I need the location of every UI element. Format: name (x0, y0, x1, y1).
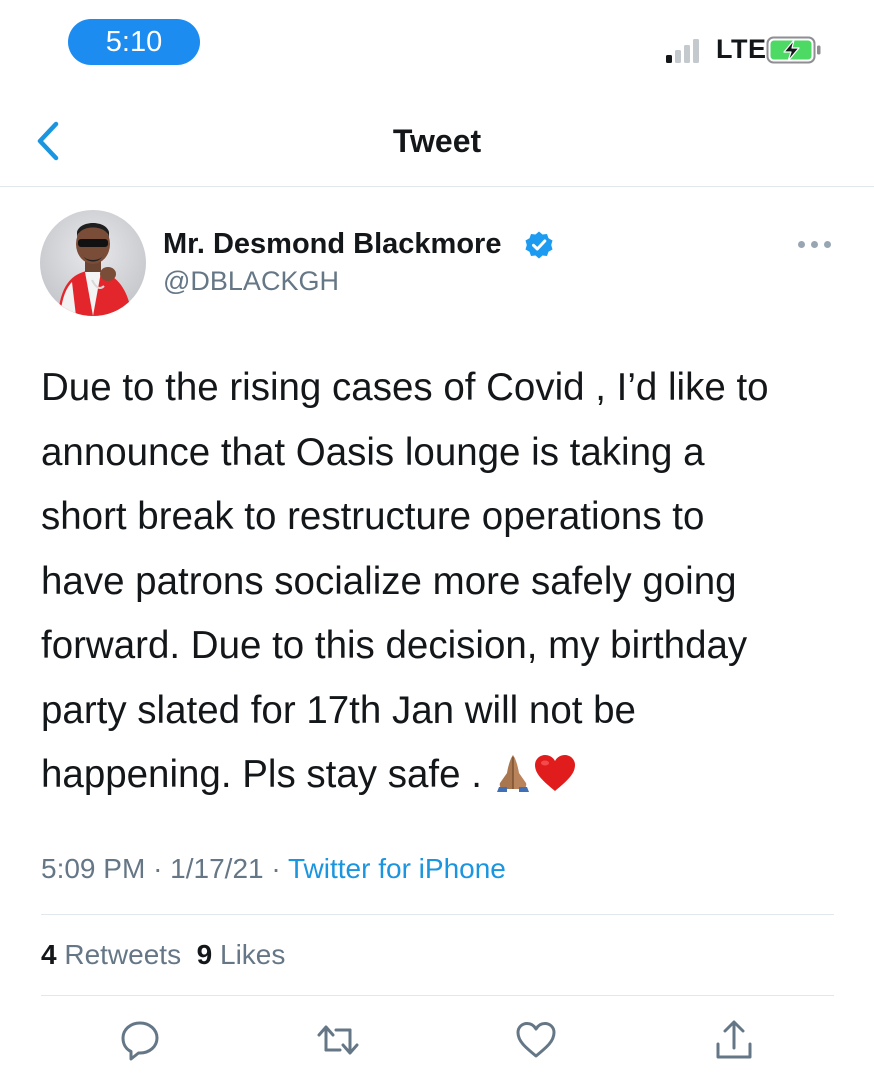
author-handle[interactable]: @DBLACKGH (163, 266, 339, 297)
reply-icon[interactable] (118, 1018, 162, 1062)
network-type: LTE (716, 34, 767, 64)
red-heart-emoji (534, 755, 575, 791)
tweet-text-body: Due to the rising cases of Covid , I’d l… (41, 366, 769, 796)
retweets-stat[interactable]: 4 Retweets (41, 939, 181, 970)
more-dot-icon (824, 241, 831, 248)
share-icon[interactable] (712, 1018, 756, 1062)
tweet-stats: 4 Retweets 9 Likes (41, 939, 285, 971)
likes-label: Likes (220, 939, 286, 970)
verified-badge-icon (525, 231, 553, 259)
divider (41, 995, 834, 996)
action-bar (0, 1018, 874, 1068)
page-title: Tweet (392, 123, 482, 159)
divider (41, 914, 834, 915)
likes-count: 9 (196, 939, 213, 970)
nav-bar: Tweet (0, 90, 874, 187)
retweets-label: Retweets (64, 939, 182, 970)
battery-charging-icon (766, 36, 821, 64)
meta-separator: · (271, 853, 281, 884)
folded-hands-emoji (496, 755, 529, 792)
signal-icon (666, 37, 706, 63)
status-bar: 5:10 LTE (0, 0, 874, 90)
tweet-text: Due to the rising cases of Covid , I’d l… (41, 356, 841, 808)
more-dot-icon (811, 241, 818, 248)
avatar[interactable] (40, 210, 146, 316)
tweet-source-link[interactable]: Twitter for iPhone (288, 853, 506, 884)
meta-separator: · (153, 853, 163, 884)
retweets-count: 4 (41, 939, 57, 970)
likes-stat[interactable]: 9 Likes (197, 939, 286, 970)
author-name[interactable]: Mr. Desmond Blackmore (163, 228, 501, 261)
tweet-meta: 5:09 PM · 1/17/21 · Twitter for iPhone (41, 853, 506, 885)
more-dot-icon (798, 241, 805, 248)
more-options-button[interactable] (798, 238, 832, 250)
tweet-date: 1/17/21 (170, 853, 264, 884)
status-time[interactable]: 5:10 (68, 19, 200, 65)
heart-outline-icon[interactable] (514, 1018, 558, 1062)
retweet-icon[interactable] (316, 1018, 360, 1062)
tweet-time: 5:09 PM (41, 853, 146, 884)
